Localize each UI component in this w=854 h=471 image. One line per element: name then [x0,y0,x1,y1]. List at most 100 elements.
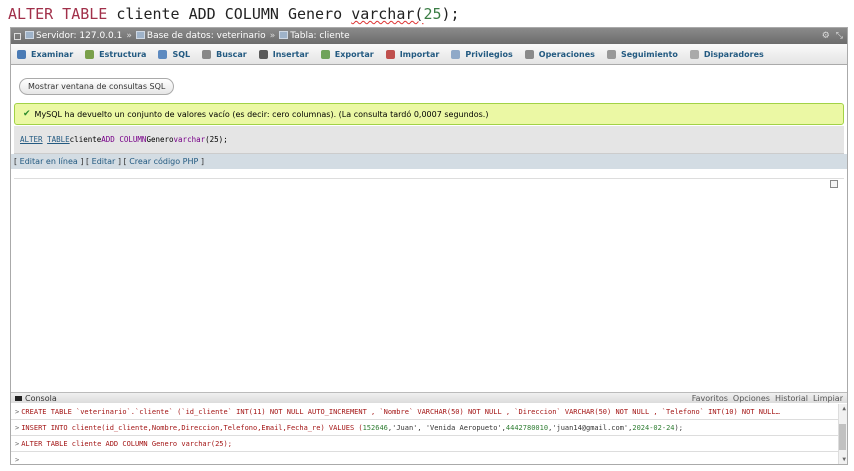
sql-text: cliente [69,135,102,144]
sql-type: varchar [173,135,206,144]
create-php-link[interactable]: Crear código PHP [129,157,198,166]
tab-examinar[interactable]: Examinar [11,44,79,64]
success-text: MySQL ha devuelto un conjunto de valores… [34,109,489,119]
insert-icon [258,49,268,59]
console-query-text: ,'Juan', 'Venida Aeropueto', [387,423,506,432]
console-line[interactable]: > INSERT INTO cliente(id_cliente,Nombre,… [11,420,847,436]
breadcrumb-table[interactable]: Tabla: cliente [279,31,350,41]
import-icon [385,49,395,59]
browse-icon [17,49,26,59]
console-query-text: ALTER TABLE cliente ADD COLUMN Genero va… [21,439,232,448]
console-clear-link[interactable]: Limpiar [813,394,843,403]
tab-estructura[interactable]: Estructura [79,44,152,64]
table-icon [279,31,289,39]
triggers-icon [689,49,699,59]
tab-insertar[interactable]: Insertar [253,44,315,64]
console-options-link[interactable]: Opciones [733,394,770,403]
tab-disparadores[interactable]: Disparadores [684,44,770,64]
console-links: Favoritos Opciones Historial Limpiar [692,394,847,403]
console-input[interactable]: > [11,452,847,464]
editor-keyword: ALTER TABLE [8,5,108,23]
console-body[interactable]: > CREATE TABLE `veterinario`.`cliente` (… [11,404,847,464]
console-line[interactable]: > ALTER TABLE cliente ADD COLUMN Genero … [11,436,847,452]
executed-sql: ALTER TABLE cliente ADD COLUMN Genero va… [14,126,844,154]
window-controls: ⚙ ⤡ [822,31,847,41]
sql-keyword-add: ADD [101,135,115,144]
sql-text: Genero [146,135,174,144]
editor-end: ); [441,5,460,23]
console-history-link[interactable]: Historial [775,394,808,403]
tab-label: Insertar [272,49,309,59]
breadcrumb-separator: » [126,31,132,41]
breadcrumb: Servidor: 127.0.0.1 » Base de datos: vet… [11,28,847,44]
scroll-down-icon[interactable]: ▼ [842,456,846,463]
console-scrollbar[interactable]: ▲ ▼ [838,404,847,464]
tab-buscar[interactable]: Buscar [196,44,253,64]
editor-number: 25 [423,5,442,23]
sql-keyword-alter[interactable]: ALTER [20,135,43,144]
console-query-text: CREATE TABLE `veterinario`.`cliente` (`i… [21,407,780,416]
editor-text: cliente ADD COLUMN Genero [107,5,352,23]
console-line[interactable]: > CREATE TABLE `veterinario`.`cliente` (… [11,404,847,420]
breadcrumb-database[interactable]: Base de datos: veterinario [135,31,266,41]
privileges-icon [451,49,461,59]
tab-seguimiento[interactable]: Seguimiento [601,44,684,64]
page-settings-icon[interactable] [830,180,838,188]
success-message: ✔ MySQL ha devuelto un conjunto de valor… [14,103,844,125]
sql-keyword-column: COLUMN [119,135,147,144]
console-query-text: ,'juan14@gmail.com', [548,423,633,432]
show-query-window-button[interactable]: Mostrar ventana de consultas SQL [19,78,175,95]
operations-icon [524,49,534,59]
sql-edit-links: [ Editar en línea ] [ Editar ] [ Crear c… [11,154,847,169]
console-label: Consola [25,393,57,403]
breadcrumb-server[interactable]: Servidor: 127.0.0.1 [25,31,122,41]
divider [14,178,844,179]
console-number: 4442780010 [505,423,549,432]
sql-keyword-table[interactable]: TABLE [47,135,70,144]
structure-icon [85,49,95,59]
console-prompt: > [15,423,20,432]
sql-args: (25); [205,135,228,144]
tracking-icon [606,49,616,59]
settings-icon[interactable]: ⚙ [822,31,830,41]
scroll-up-icon[interactable]: ▲ [842,405,846,412]
console-prompt: > [15,407,20,416]
console-favorites-link[interactable]: Favoritos [692,394,728,403]
tab-label: Operaciones [538,49,595,59]
console-prompt: > [15,456,20,464]
console-query-text: INSERT INTO cliente(id_cliente,Nombre,Di… [21,423,363,432]
console-prompt: > [15,439,20,448]
tab-exportar[interactable]: Exportar [315,44,380,64]
edit-inline-link[interactable]: Editar en línea [20,157,78,166]
sql-icon [158,49,168,59]
search-icon [202,49,212,59]
checkmark-icon: ✔ [23,109,31,119]
console-date: 2024-02-24 [632,423,675,432]
console-icon [15,395,22,401]
tab-privilegios[interactable]: Privilegios [445,44,518,64]
tab-label: Estructura [99,49,147,59]
editor-sql-line: ALTER TABLE cliente ADD COLUMN Genero va… [8,5,460,23]
tab-sql[interactable]: SQL [152,44,196,64]
tab-label: Privilegios [465,49,513,59]
expand-icon[interactable]: ⤡ [836,31,843,41]
console-query-text: ); [674,423,683,432]
edit-link[interactable]: Editar [92,157,116,166]
tab-label: SQL [172,49,191,59]
collapse-icon[interactable] [14,32,21,40]
tab-label: Buscar [216,49,247,59]
server-icon [25,31,34,39]
tab-label: Importar [399,49,440,59]
phpmyadmin-window: Servidor: 127.0.0.1 » Base de datos: vet… [10,27,848,465]
console-scroll-thumb[interactable] [839,424,846,450]
editor-type: varchar( [351,5,424,23]
tab-operaciones[interactable]: Operaciones [519,44,601,64]
console-bar[interactable]: Consola Favoritos Opciones Historial Lim… [11,392,847,403]
console-number: 152646 [362,423,388,432]
tab-label: Examinar [31,49,74,59]
tab-label: Exportar [334,49,374,59]
export-icon [320,49,330,59]
tab-importar[interactable]: Importar [380,44,446,64]
tab-label: Seguimiento [620,49,678,59]
table-tabs: Examinar Estructura SQL Buscar Insertar Expor… [11,44,847,65]
